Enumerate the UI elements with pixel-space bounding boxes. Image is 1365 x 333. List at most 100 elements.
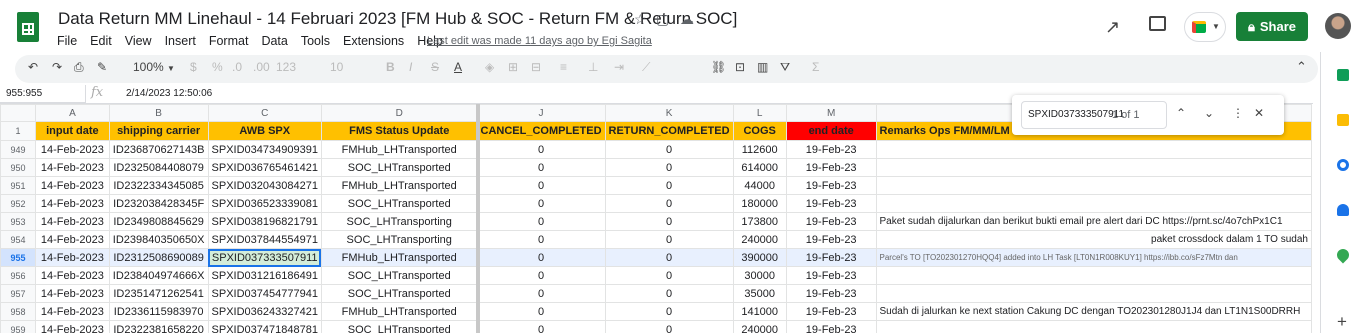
table-cell[interactable]: 0 [604,302,734,321]
table-cell[interactable]: SPXID037454777941 [207,284,322,303]
header-cell[interactable]: CANCEL_COMPLETED [476,121,606,141]
merge-cells-icon[interactable]: ⊟ [531,60,541,74]
fill-color-icon[interactable]: ◈ [485,60,494,74]
header-cell[interactable]: input date [35,121,110,141]
table-cell[interactable]: FMHub_LHTransported [320,140,478,159]
functions-icon[interactable]: Σ [812,60,819,74]
activity-dashboard-icon[interactable]: ↗ [1105,17,1120,38]
table-cell[interactable]: SOC_LHTransported [320,284,478,303]
insert-comment-icon[interactable]: ⊡ [735,60,745,74]
table-cell[interactable]: 180000 [732,194,787,213]
menu-insert[interactable]: Insert [165,34,196,48]
zoom-select[interactable]: 100% [133,60,164,74]
table-cell[interactable]: 141000 [732,302,787,321]
row-number[interactable]: 951 [0,176,37,195]
horizontal-align-icon[interactable]: ≡ [560,60,567,74]
table-cell[interactable]: SOC_LHTransporting [320,212,478,231]
chevron-down-icon[interactable]: ⌄ [1204,106,1214,120]
column-header[interactable]: A [35,104,110,122]
table-cell[interactable]: 112600 [732,140,787,159]
table-cell[interactable]: 14-Feb-2023 [35,320,110,333]
spreadsheet-grid[interactable]: A B C D J K L M 1 input date shipping ca… [0,104,1312,333]
table-cell[interactable]: ID232038428345F [108,194,209,213]
table-cell[interactable]: SPXID037471848781 [207,320,322,333]
column-header[interactable]: B [108,104,209,122]
table-cell[interactable] [875,140,1312,159]
currency-format-button[interactable]: $ [190,60,197,74]
column-header[interactable]: C [207,104,322,122]
table-cell[interactable]: 14-Feb-2023 [35,194,110,213]
text-color-icon[interactable]: A [454,60,462,74]
borders-icon[interactable]: ⊞ [508,60,518,74]
collapse-menus-icon[interactable]: ⌃ [1296,59,1307,75]
menu-extensions[interactable]: Extensions [343,34,404,48]
table-cell[interactable]: 14-Feb-2023 [35,248,110,267]
table-cell[interactable]: SPXID037333507911 [207,248,322,267]
table-cell[interactable]: 14-Feb-2023 [35,284,110,303]
table-cell[interactable]: SOC_LHTransported [320,158,478,177]
table-cell[interactable]: 35000 [732,284,787,303]
filter-icon[interactable]: ⛛ [780,60,790,75]
move-folder-icon[interactable]: ▢ [656,11,669,28]
table-cell[interactable]: ID2325084408079 [108,158,209,177]
bold-icon[interactable]: B [386,60,395,74]
column-header[interactable]: L [732,104,787,122]
table-cell[interactable]: ID2349808845629 [108,212,209,231]
row-number[interactable]: 959 [0,320,37,333]
italic-icon[interactable]: I [409,60,412,74]
header-cell[interactable]: RETURN_COMPLETED [604,121,734,141]
menu-edit[interactable]: Edit [90,34,112,48]
table-cell[interactable]: FMHub_LHTransported [320,176,478,195]
table-cell[interactable]: 14-Feb-2023 [35,230,110,249]
column-header[interactable]: K [604,104,734,122]
text-rotation-icon[interactable]: ⟋ [642,60,650,75]
table-cell[interactable]: ID2322381658220 [108,320,209,333]
table-cell[interactable] [875,176,1312,195]
table-cell[interactable]: 14-Feb-2023 [35,158,110,177]
table-cell[interactable]: ID236870627143B [108,140,209,159]
print-icon[interactable]: ⎙ [74,60,84,75]
table-cell[interactable]: 0 [604,284,734,303]
table-cell[interactable]: 44000 [732,176,787,195]
table-cell[interactable]: Sudah di jalurkan ke next station Cakung… [875,302,1312,321]
table-cell[interactable]: 0 [476,140,606,159]
more-options-icon[interactable]: ⋮ [1232,106,1244,120]
menu-file[interactable]: File [57,34,77,48]
table-cell[interactable]: 0 [476,194,606,213]
table-cell[interactable]: SPXID038196821791 [207,212,322,231]
menu-tools[interactable]: Tools [301,34,330,48]
table-cell[interactable]: SOC_LHTransported [320,320,478,333]
table-cell[interactable]: 0 [476,212,606,231]
keep-icon[interactable] [1337,114,1349,126]
frozen-columns-divider[interactable] [476,104,480,333]
more-formats-button[interactable]: 123 [276,60,296,74]
menu-format[interactable]: Format [209,34,249,48]
table-cell[interactable]: SOC_LHTransporting [320,230,478,249]
row-number[interactable]: 957 [0,284,37,303]
table-cell[interactable]: SPXID036765461421 [207,158,322,177]
table-cell[interactable]: ID239840350650X [108,230,209,249]
table-cell[interactable]: 0 [476,302,606,321]
table-cell[interactable]: FMHub_LHTransported [320,302,478,321]
column-header[interactable]: M [785,104,877,122]
vertical-align-icon[interactable]: ⊥ [588,60,598,74]
contacts-icon[interactable] [1337,204,1349,216]
header-cell[interactable]: end date [785,121,877,141]
table-cell[interactable]: 0 [604,248,734,267]
header-cell[interactable]: AWB SPX [207,121,322,141]
row-number[interactable]: 952 [0,194,37,213]
table-cell[interactable]: 0 [476,266,606,285]
table-cell[interactable]: 14-Feb-2023 [35,302,110,321]
table-cell[interactable]: 19-Feb-23 [785,302,877,321]
table-cell[interactable]: 0 [476,248,606,267]
table-cell[interactable]: SPXID034734909391 [207,140,322,159]
table-cell[interactable]: 0 [476,230,606,249]
last-edit-link[interactable]: Last edit was made 11 days ago by Egi Sa… [427,35,652,47]
table-cell[interactable]: 0 [604,212,734,231]
header-cell[interactable]: COGS [732,121,787,141]
table-cell[interactable]: 0 [604,230,734,249]
table-cell[interactable] [875,194,1312,213]
table-cell[interactable]: 19-Feb-23 [785,320,877,333]
avatar[interactable] [1325,13,1351,39]
table-cell[interactable]: SOC_LHTransported [320,266,478,285]
